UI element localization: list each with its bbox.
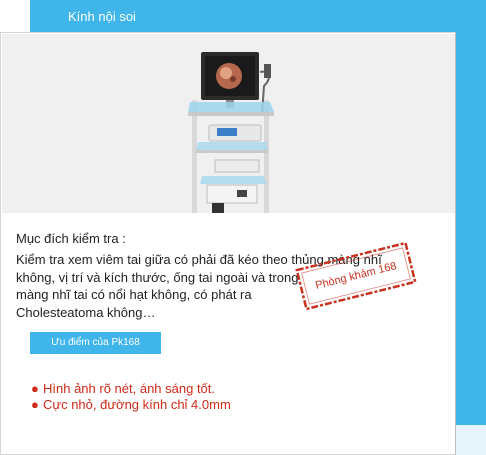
list-item: ● Hình ảnh rõ nét, ánh sáng tốt.	[31, 381, 231, 397]
background-pale-strip	[456, 425, 486, 455]
advantages-button[interactable]: Ưu điểm của Pk168	[30, 332, 161, 354]
endoscope-tower-illustration	[188, 52, 274, 213]
list-item-text: Cực nhỏ, đường kính chỉ 4.0mm	[43, 397, 231, 412]
bullet-icon: ●	[31, 381, 39, 396]
product-image	[2, 34, 455, 213]
list-item-text: Hình ảnh rõ nét, ánh sáng tốt.	[43, 381, 216, 396]
purpose-label: Mục đích kiểm tra :	[16, 231, 126, 246]
bullet-icon: ●	[31, 397, 39, 412]
description-line: Cholesteatoma không…	[16, 304, 156, 320]
section-title: Kính nội soi	[68, 9, 136, 24]
list-item: ● Cực nhỏ, đường kính chỉ 4.0mm	[31, 397, 231, 413]
advantages-list: ● Hình ảnh rõ nét, ánh sáng tốt. ● Cực nhỏ…	[31, 381, 231, 413]
